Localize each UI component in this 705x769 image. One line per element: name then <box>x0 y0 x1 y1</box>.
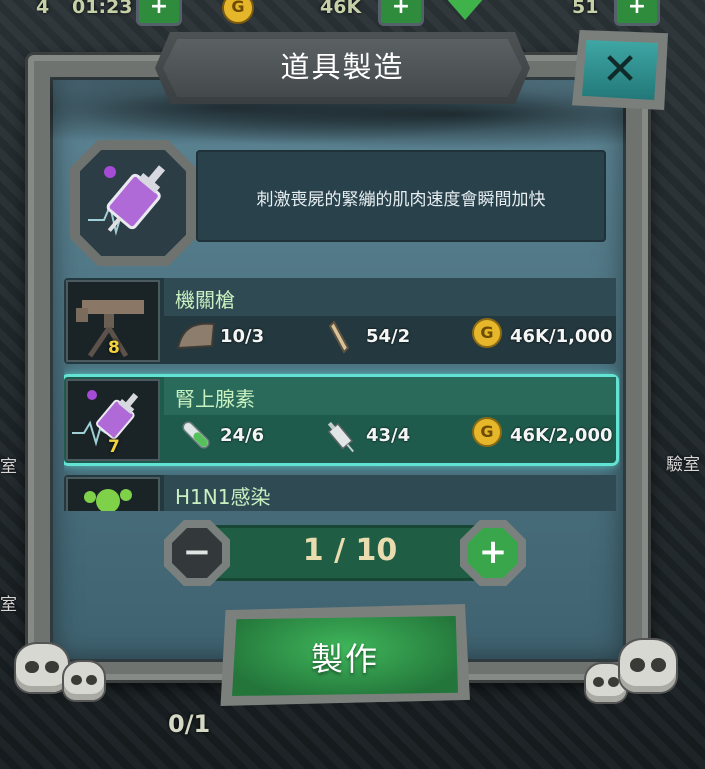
hud-gem-amount: 51 <box>572 0 599 18</box>
minus-button[interactable]: − <box>172 528 222 578</box>
hud-gold-amount: 46K <box>320 0 362 18</box>
gold-coin-icon: G <box>472 417 502 447</box>
hud-plus-button-1[interactable]: + <box>136 0 182 26</box>
hud-timer: 01:23 <box>72 0 133 18</box>
craft-button-label[interactable]: 製作 <box>232 634 458 680</box>
cost-amount: 46K/2,000 <box>510 425 613 446</box>
side-room-label-1: 室 <box>0 457 17 477</box>
selected-item-icon <box>80 150 186 256</box>
quantity-value: 1 / 10 <box>302 533 398 568</box>
cost-amount: 10/3 <box>220 326 265 347</box>
cost-amount: 46K/1,000 <box>510 326 613 347</box>
recipe-name: 腎上腺素 <box>175 387 255 411</box>
hud-left-number: 4 <box>36 0 50 18</box>
close-button[interactable]: ✕ <box>582 40 658 100</box>
skull-icon <box>64 662 104 700</box>
hud-plus-button-3[interactable]: + <box>614 0 660 26</box>
recipe-name: H1N1感染 <box>175 485 271 509</box>
recipe-thumbnail <box>66 477 160 511</box>
recipe-name: 機關槍 <box>175 288 235 312</box>
background-count: 0/1 <box>168 710 211 738</box>
gem-icon <box>448 0 482 20</box>
dialog-title: 道具製造 <box>280 50 405 84</box>
syringe-icon <box>88 165 166 236</box>
recipe-row-selected[interactable]: 7 腎上腺素 24/6 43/4 G 46K/2,000 <box>64 377 620 465</box>
leather-icon <box>176 322 216 350</box>
gold-coin-icon: G <box>472 318 502 348</box>
bullet-icon <box>328 320 350 354</box>
recipe-row[interactable]: H1N1感染 <box>64 475 620 511</box>
plus-button[interactable]: + <box>468 528 518 578</box>
virus-icon <box>84 489 132 511</box>
top-hud: 4 01:23 + G 46K + 51 + <box>0 0 705 26</box>
gold-coin-icon: G <box>222 0 254 24</box>
side-room-label-3: 驗室 <box>666 455 700 475</box>
recipe-list[interactable]: 8 機關槍 10/3 54/2 G 46K/1,000 7 腎上腺素 24/6 … <box>64 276 620 511</box>
cost-amount: 43/4 <box>366 425 411 446</box>
recipe-row[interactable]: 8 機關槍 10/3 54/2 G 46K/1,000 <box>64 278 620 366</box>
hud-plus-button-2[interactable]: + <box>378 0 424 26</box>
side-room-label-2: 室 <box>0 595 17 615</box>
cost-amount: 54/2 <box>366 326 411 347</box>
test-tube-icon <box>182 421 210 449</box>
item-description: 刺激喪屍的緊繃的肌肉速度會瞬間加快 <box>256 190 546 210</box>
skull-icon <box>16 644 68 692</box>
recipe-level: 8 <box>108 338 120 358</box>
cost-amount: 24/6 <box>220 425 265 446</box>
skull-icon <box>620 640 676 692</box>
syringe-icon <box>327 421 354 453</box>
recipe-level: 7 <box>108 437 120 457</box>
